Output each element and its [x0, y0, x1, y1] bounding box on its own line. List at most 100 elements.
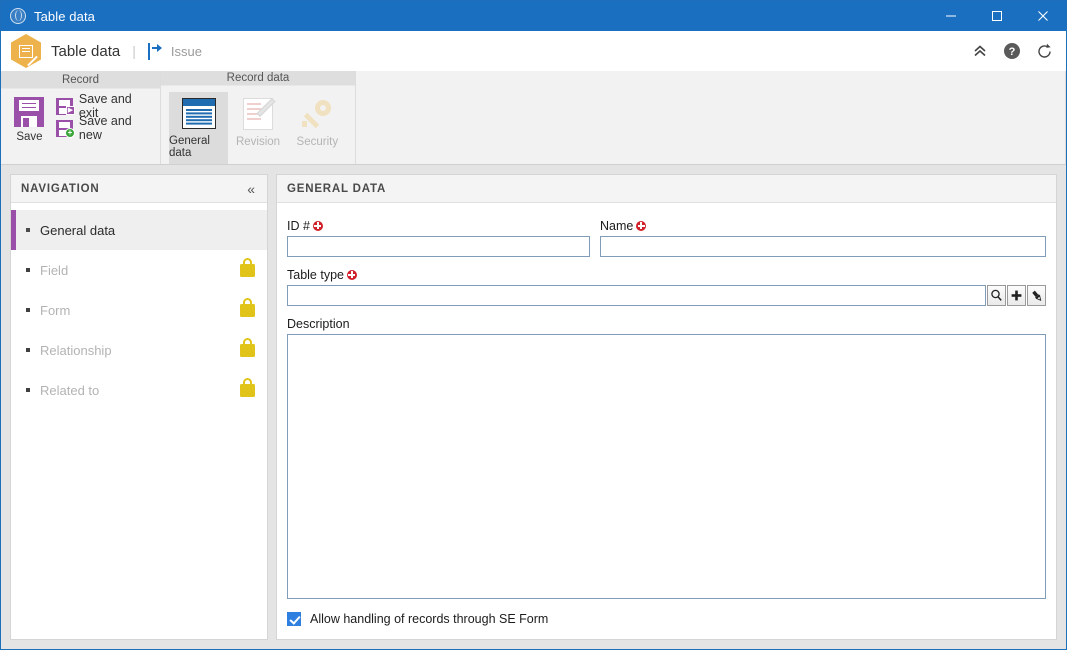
- id-field-label: ID #: [287, 217, 590, 234]
- application-window: Table data Table data | Issue ? Record S…: [0, 0, 1067, 650]
- general-data-button[interactable]: General data: [169, 92, 229, 164]
- description-field[interactable]: [287, 334, 1046, 599]
- search-icon: [991, 289, 1002, 301]
- header-actions: ?: [966, 31, 1058, 71]
- content-area: NAVIGATION « General data Field Form Rel…: [1, 165, 1066, 649]
- search-button[interactable]: [987, 285, 1006, 306]
- key-icon: [301, 98, 333, 130]
- general-data-form: ID # Name Table type Description Allow h…: [277, 203, 1056, 639]
- help-circle-icon[interactable]: ?: [998, 37, 1026, 65]
- revision-label: Revision: [235, 136, 281, 148]
- name-field-label-text: Name: [600, 218, 634, 233]
- ribbon-group-record: Record Save ▶ Save and exit + Save and n…: [1, 71, 161, 164]
- bullet-icon: [26, 348, 30, 352]
- lock-icon: [240, 377, 255, 397]
- id-field-label-text: ID #: [287, 218, 310, 233]
- name-field-label: Name: [600, 217, 1046, 234]
- plus-icon: [1011, 290, 1022, 301]
- field-group-id: ID #: [287, 217, 590, 257]
- save-and-new-button[interactable]: + Save and new: [54, 114, 152, 142]
- brush-icon: [1031, 290, 1041, 301]
- chevron-double-up-icon[interactable]: [966, 37, 994, 65]
- sidebar-item-label: Form: [40, 302, 71, 318]
- lock-icon: [240, 337, 255, 357]
- title-bar: Table data: [1, 1, 1066, 31]
- required-marker-icon: [636, 220, 647, 231]
- se-form-checkbox[interactable]: [287, 612, 301, 626]
- general-data-label: General data: [169, 135, 210, 159]
- navigation-panel: NAVIGATION « General data Field Form Rel…: [10, 174, 268, 640]
- table-type-field[interactable]: [287, 285, 986, 306]
- sidebar-item-related-to[interactable]: Related to: [11, 370, 267, 410]
- general-data-panel: GENERAL DATA ID # Name Table type Descri…: [276, 174, 1057, 640]
- panel-header: GENERAL DATA: [277, 175, 1056, 203]
- table-type-field-label-text: Table type: [287, 267, 344, 282]
- description-field-label: Description: [287, 315, 1046, 332]
- required-marker-icon: [312, 220, 323, 231]
- issue-arrow-icon[interactable]: [147, 42, 164, 60]
- general-data-icon: [181, 98, 216, 129]
- security-button: Security: [288, 92, 347, 164]
- header-separator: |: [132, 43, 136, 59]
- maximize-button[interactable]: [974, 1, 1020, 31]
- ribbon-group-record-data: Record data General data Revision Securi…: [161, 71, 356, 164]
- ribbon-toolbar: Record Save ▶ Save and exit + Save and n…: [1, 71, 1066, 165]
- ribbon-empty-title: [356, 71, 1065, 89]
- sidebar-item-field[interactable]: Field: [11, 250, 267, 290]
- save-and-new-label: Save and new: [78, 114, 132, 142]
- navigation-header: NAVIGATION «: [11, 175, 267, 203]
- table-type-field-label: Table type: [287, 266, 1046, 283]
- issue-label[interactable]: Issue: [171, 44, 202, 59]
- lock-icon: [240, 297, 255, 317]
- row-id-name: ID # Name: [287, 217, 1046, 257]
- required-marker-icon: [346, 269, 357, 280]
- sidebar-item-label: Related to: [40, 382, 100, 398]
- sidebar-item-general-data[interactable]: General data: [11, 210, 267, 250]
- bullet-icon: [26, 228, 30, 232]
- revision-document-icon: [242, 97, 276, 130]
- table-type-lookup-row: [287, 285, 1046, 306]
- sidebar-item-label: Field: [40, 262, 69, 278]
- floppy-disk-icon: [14, 97, 45, 127]
- sidebar-item-relationship[interactable]: Relationship: [11, 330, 267, 370]
- sidebar-item-form[interactable]: Form: [11, 290, 267, 330]
- sidebar-item-label: General data: [40, 222, 116, 238]
- clear-button[interactable]: [1027, 285, 1046, 306]
- security-label: Security: [296, 136, 339, 148]
- panel-title: GENERAL DATA: [287, 182, 387, 195]
- window-title: Table data: [34, 8, 95, 24]
- field-group-name: Name: [600, 217, 1046, 257]
- field-group-description: Description: [287, 315, 1046, 599]
- globe-icon: [10, 8, 26, 24]
- minimize-button[interactable]: [928, 1, 974, 31]
- id-field[interactable]: [287, 236, 590, 257]
- bullet-icon: [26, 388, 30, 392]
- window-controls: [928, 1, 1066, 31]
- field-group-table-type: Table type: [287, 266, 1046, 306]
- bullet-icon: [26, 268, 30, 272]
- bullet-icon: [26, 308, 30, 312]
- navigation-list: General data Field Form Relationship Rel…: [11, 203, 267, 410]
- navigation-title: NAVIGATION: [21, 182, 100, 195]
- se-form-checkbox-row: Allow handling of records through SE For…: [287, 599, 1046, 639]
- app-header: Table data | Issue ?: [1, 31, 1066, 71]
- add-button[interactable]: [1007, 285, 1026, 306]
- chevron-double-left-icon[interactable]: «: [245, 180, 257, 198]
- close-button[interactable]: [1020, 1, 1066, 31]
- app-title: Table data: [51, 42, 121, 60]
- lock-icon: [240, 257, 255, 277]
- ribbon-group-title: Record data: [161, 71, 355, 86]
- ribbon-group-title: Record: [1, 71, 160, 89]
- save-button[interactable]: Save: [9, 95, 50, 143]
- floppy-disk-exit-icon: ▶: [55, 97, 75, 115]
- refresh-icon[interactable]: [1030, 37, 1058, 65]
- description-field-label-text: Description: [287, 316, 350, 331]
- sidebar-item-label: Relationship: [40, 342, 112, 358]
- document-edit-hexagon-icon: [11, 34, 41, 68]
- floppy-disk-new-icon: +: [55, 119, 75, 138]
- ribbon-empty-area: [356, 71, 1066, 164]
- revision-button: Revision: [228, 92, 287, 164]
- name-field[interactable]: [600, 236, 1046, 257]
- se-form-checkbox-label: Allow handling of records through SE For…: [310, 612, 549, 626]
- svg-text:?: ?: [1009, 46, 1016, 58]
